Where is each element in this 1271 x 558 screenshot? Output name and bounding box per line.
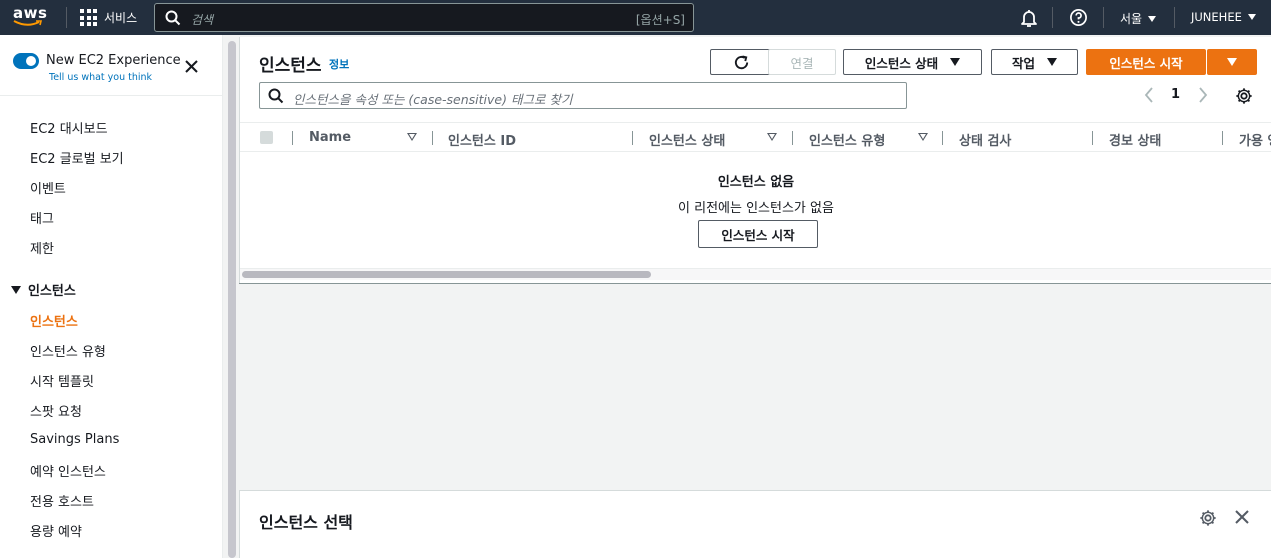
services-menu-button[interactable]: 서비스 <box>80 0 137 35</box>
launch-options-dropdown[interactable] <box>1207 49 1257 75</box>
aws-smile-icon <box>13 20 43 26</box>
sidebar-item-limits[interactable]: 제한 <box>30 238 54 257</box>
services-label: 서비스 <box>104 11 138 25</box>
feedback-link[interactable]: Tell us what you think <box>49 72 152 83</box>
instance-details-panel: 인스턴스 선택 <box>239 490 1271 558</box>
page-title: 인스턴스 <box>259 56 322 76</box>
region-selector[interactable]: 서울 <box>1120 10 1157 27</box>
column-header-instance-state[interactable]: 인스턴스 상태 <box>649 130 725 149</box>
top-navigation: aws 서비스 검색 [옵션+S] 서울 JUNEHEE <box>0 0 1271 35</box>
instances-panel: 인스턴스 정보 연결 인스턴스 상태 작업 인스턴스 시작 인스턴스을 속성 또… <box>239 37 1271 283</box>
aws-logo[interactable]: aws <box>13 4 49 30</box>
sidebar-item-reserved-instances[interactable]: 예약 인스턴스 <box>30 461 106 480</box>
services-grid-icon <box>80 9 97 26</box>
user-label: JUNEHEE <box>1191 10 1242 24</box>
nav-divider <box>1103 7 1104 28</box>
new-experience-title: New EC2 Experience <box>46 53 181 68</box>
expand-triangle-icon <box>11 285 21 294</box>
sidebar-item-spot-requests[interactable]: 스팟 요청 <box>30 401 82 420</box>
launch-instances-button[interactable]: 인스턴스 시작 <box>1086 49 1206 75</box>
sidebar-scrollbar[interactable] <box>228 41 236 558</box>
region-label: 서울 <box>1120 12 1143 26</box>
caret-down-icon <box>950 58 961 66</box>
preferences-gear-icon[interactable] <box>1235 87 1253 105</box>
sort-icon[interactable] <box>767 133 777 141</box>
column-header-name[interactable]: Name <box>309 130 351 145</box>
column-divider <box>792 131 793 145</box>
scrollbar-thumb[interactable] <box>242 271 651 278</box>
column-header-instance-type[interactable]: 인스턴스 유형 <box>809 130 885 149</box>
sidebar-section-label: 인스턴스 <box>28 284 76 299</box>
empty-launch-label: 인스턴스 시작 <box>721 227 795 243</box>
info-link[interactable]: 정보 <box>329 56 349 72</box>
sort-icon[interactable] <box>918 133 928 141</box>
instance-filter-input[interactable]: 인스턴스을 속성 또는 (case-sensitive) 태그로 찾기 <box>259 82 907 109</box>
close-sidebar-icon[interactable] <box>185 60 198 73</box>
empty-state-title: 인스턴스 없음 <box>717 175 795 190</box>
nav-divider <box>1052 7 1053 28</box>
sidebar-item-global-view[interactable]: EC2 글로벌 보기 <box>30 148 124 167</box>
column-divider <box>1092 131 1093 145</box>
caret-down-icon <box>1148 15 1157 22</box>
sidebar-item-launch-templates[interactable]: 시작 템플릿 <box>30 371 94 390</box>
notifications-bell-icon[interactable] <box>1019 8 1039 28</box>
sidebar-item-savings-plans[interactable]: Savings Plans <box>30 432 119 447</box>
empty-state-subtitle: 이 리전에는 인스턴스가 없음 <box>678 201 834 216</box>
sidebar-section-instances[interactable]: 인스턴스 <box>11 280 76 299</box>
connect-label: 연결 <box>790 55 814 71</box>
search-icon <box>268 88 284 104</box>
new-experience-toggle[interactable] <box>13 53 39 69</box>
nav-divider <box>66 7 67 28</box>
actions-dropdown[interactable]: 작업 <box>991 49 1078 75</box>
caret-down-icon <box>1247 14 1256 20</box>
column-divider <box>1222 131 1223 145</box>
column-divider <box>432 131 433 145</box>
search-icon <box>165 10 181 26</box>
next-page-icon[interactable] <box>1197 87 1209 103</box>
sidebar-item-dedicated-hosts[interactable]: 전용 호스트 <box>30 491 94 510</box>
help-icon[interactable] <box>1069 8 1088 27</box>
previous-page-icon[interactable] <box>1143 87 1155 103</box>
close-split-panel-icon[interactable] <box>1235 510 1249 524</box>
sidebar-item-dashboard[interactable]: EC2 대시보드 <box>30 118 108 137</box>
actions-label: 작업 <box>1011 55 1035 71</box>
column-header-instance-id[interactable]: 인스턴스 ID <box>448 130 516 149</box>
launch-label: 인스턴스 시작 <box>1109 55 1183 71</box>
new-experience-banner: New EC2 Experience Tell us what you thin… <box>0 35 223 96</box>
nav-divider <box>1174 7 1175 28</box>
search-placeholder: 검색 <box>191 13 214 27</box>
instance-state-label: 인스턴스 상태 <box>864 55 939 71</box>
column-header-status-check[interactable]: 상태 검사 <box>959 130 1011 149</box>
details-title: 인스턴스 선택 <box>259 513 353 532</box>
refresh-icon <box>734 54 749 69</box>
sidebar-item-capacity-reservations[interactable]: 용량 예약 <box>30 521 82 540</box>
select-all-checkbox[interactable] <box>260 131 273 144</box>
connect-button[interactable]: 연결 <box>768 49 836 75</box>
caret-down-icon <box>1227 58 1237 66</box>
sidebar-item-events[interactable]: 이벤트 <box>30 178 66 197</box>
instances-table-header: Name 인스턴스 ID 인스턴스 상태 인스턴스 유형 상태 검사 경보 상태… <box>240 122 1271 152</box>
sidebar-item-tags[interactable]: 태그 <box>30 208 54 227</box>
search-shortcut: [옵션+S] <box>635 13 685 27</box>
column-divider <box>292 131 293 145</box>
split-panel-settings-gear-icon[interactable] <box>1199 509 1217 527</box>
sort-icon[interactable] <box>407 133 417 141</box>
caret-down-icon <box>1047 58 1057 66</box>
filter-placeholder: 인스턴스을 속성 또는 (case-sensitive) 태그로 찾기 <box>293 92 573 107</box>
instance-state-dropdown[interactable]: 인스턴스 상태 <box>843 49 982 75</box>
account-menu[interactable]: JUNEHEE <box>1191 10 1256 24</box>
empty-launch-instances-button[interactable]: 인스턴스 시작 <box>698 220 818 248</box>
column-divider <box>942 131 943 145</box>
column-divider <box>632 131 633 145</box>
sidebar-item-instances[interactable]: 인스턴스 <box>30 311 78 330</box>
column-header-availability-zone[interactable]: 가용 영 <box>1239 130 1271 149</box>
column-header-alarm-status[interactable]: 경보 상태 <box>1109 130 1161 149</box>
page-number[interactable]: 1 <box>1171 87 1180 102</box>
global-search-input[interactable]: 검색 [옵션+S] <box>154 3 694 32</box>
panel-divider <box>239 283 1271 284</box>
sidebar-item-instance-types[interactable]: 인스턴스 유형 <box>30 341 106 360</box>
sidebar: New EC2 Experience Tell us what you thin… <box>0 35 223 558</box>
refresh-button[interactable] <box>710 49 773 75</box>
